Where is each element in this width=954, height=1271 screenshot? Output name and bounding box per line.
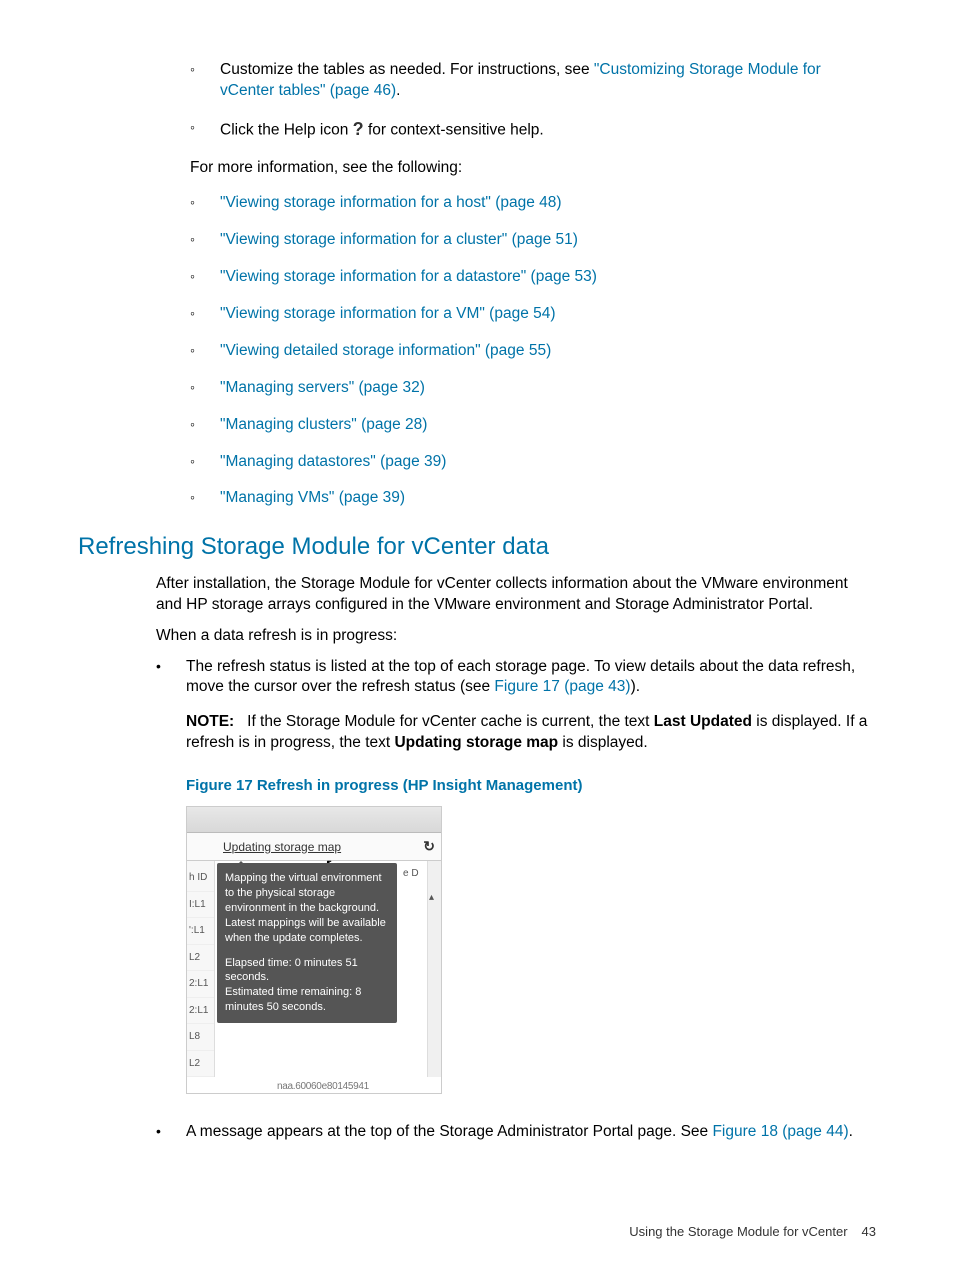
tooltip-line: Mapping the virtual environment to the p… <box>225 871 389 916</box>
reference-link[interactable]: "Viewing storage information for a VM" (… <box>220 305 556 322</box>
row-id: h ID <box>187 865 214 892</box>
reference-link[interactable]: "Managing clusters" (page 28) <box>220 416 427 433</box>
reference-link[interactable]: "Managing datastores" (page 39) <box>220 453 446 470</box>
list-item: "Managing datastores" (page 39) <box>190 452 876 473</box>
bold: Updating storage map <box>394 734 558 751</box>
text: ). <box>631 678 640 695</box>
list-item: The refresh status is listed at the top … <box>156 657 876 1095</box>
page-footer: Using the Storage Module for vCenter 43 <box>629 1223 876 1241</box>
list-item: "Managing clusters" (page 28) <box>190 415 876 436</box>
text: . <box>396 82 400 99</box>
row-id: L2 <box>187 1051 214 1078</box>
text: for context-sensitive help. <box>364 121 544 138</box>
list-item: A message appears at the top of the Stor… <box>156 1122 876 1143</box>
paragraph: When a data refresh is in progress: <box>156 626 876 647</box>
tooltip-line: Elapsed time: 0 minutes 51 seconds. <box>225 956 389 986</box>
row-id: I:L1 <box>187 892 214 919</box>
window-titlebar <box>187 807 441 833</box>
text-fragment: e D <box>403 867 419 881</box>
list-item: "Viewing detailed storage information" (… <box>190 341 876 362</box>
link-figure-17[interactable]: Figure 17 (page 43) <box>494 678 630 695</box>
paragraph: After installation, the Storage Module f… <box>156 574 876 616</box>
refresh-icon[interactable]: ↻ <box>423 837 435 856</box>
paragraph: For more information, see the following: <box>190 158 876 179</box>
text: A message appears at the top of the Stor… <box>186 1123 712 1140</box>
reference-link[interactable]: "Managing VMs" (page 39) <box>220 489 405 506</box>
row-id: 2:L1 <box>187 971 214 998</box>
text: . <box>849 1123 853 1140</box>
help-icon: ? <box>353 117 364 141</box>
tooltip-line: Estimated time remaining: 8 minutes 50 s… <box>225 985 389 1015</box>
status-bar: Updating storage map ↻ <box>187 833 441 861</box>
list-item: Click the Help icon ? for context-sensit… <box>190 118 876 142</box>
scrollbar[interactable]: ▴ <box>427 861 441 1077</box>
tooltip: Mapping the virtual environment to the p… <box>217 863 397 1023</box>
section-heading: Refreshing Storage Module for vCenter da… <box>78 531 876 563</box>
footer-section: Using the Storage Module for vCenter <box>629 1224 847 1239</box>
note-paragraph: NOTE: If the Storage Module for vCenter … <box>186 712 876 754</box>
screenshot-figure-17: Updating storage map ↻ h IDI:L1':L1L22:L… <box>186 806 442 1094</box>
note-label: NOTE: <box>186 713 234 730</box>
text: Customize the tables as needed. For inst… <box>220 61 594 78</box>
status-text: Updating storage map <box>223 839 341 855</box>
row-id: L2 <box>187 945 214 972</box>
scroll-up-icon[interactable]: ▴ <box>429 891 434 905</box>
row-id-column: h IDI:L1':L1L22:L12:L1L8L2 <box>187 861 215 1077</box>
text-fragment: naa.60060e80145941 <box>277 1080 369 1094</box>
reference-link[interactable]: "Managing servers" (page 32) <box>220 379 425 396</box>
text: Click the Help icon <box>220 121 353 138</box>
link-figure-18[interactable]: Figure 18 (page 44) <box>712 1123 848 1140</box>
reference-link[interactable]: "Viewing detailed storage information" (… <box>220 342 551 359</box>
list-item: "Viewing storage information for a datas… <box>190 267 876 288</box>
reference-link[interactable]: "Viewing storage information for a host"… <box>220 194 562 211</box>
list-item: "Managing VMs" (page 39) <box>190 488 876 509</box>
row-id: 2:L1 <box>187 998 214 1025</box>
text: is displayed. <box>558 734 648 751</box>
reference-link[interactable]: "Viewing storage information for a datas… <box>220 268 597 285</box>
figure-caption: Figure 17 Refresh in progress (HP Insigh… <box>186 776 876 796</box>
list-item: "Managing servers" (page 32) <box>190 378 876 399</box>
row-id: L8 <box>187 1024 214 1051</box>
list-item: Customize the tables as needed. For inst… <box>190 60 876 102</box>
list-item: "Viewing storage information for a host"… <box>190 193 876 214</box>
page-number: 43 <box>862 1224 876 1239</box>
text: If the Storage Module for vCenter cache … <box>247 713 654 730</box>
row-id: ':L1 <box>187 918 214 945</box>
reference-link[interactable]: "Viewing storage information for a clust… <box>220 231 578 248</box>
list-item: "Viewing storage information for a VM" (… <box>190 304 876 325</box>
tooltip-line: Latest mappings will be available when t… <box>225 916 389 946</box>
bold: Last Updated <box>654 713 752 730</box>
list-item: "Viewing storage information for a clust… <box>190 230 876 251</box>
